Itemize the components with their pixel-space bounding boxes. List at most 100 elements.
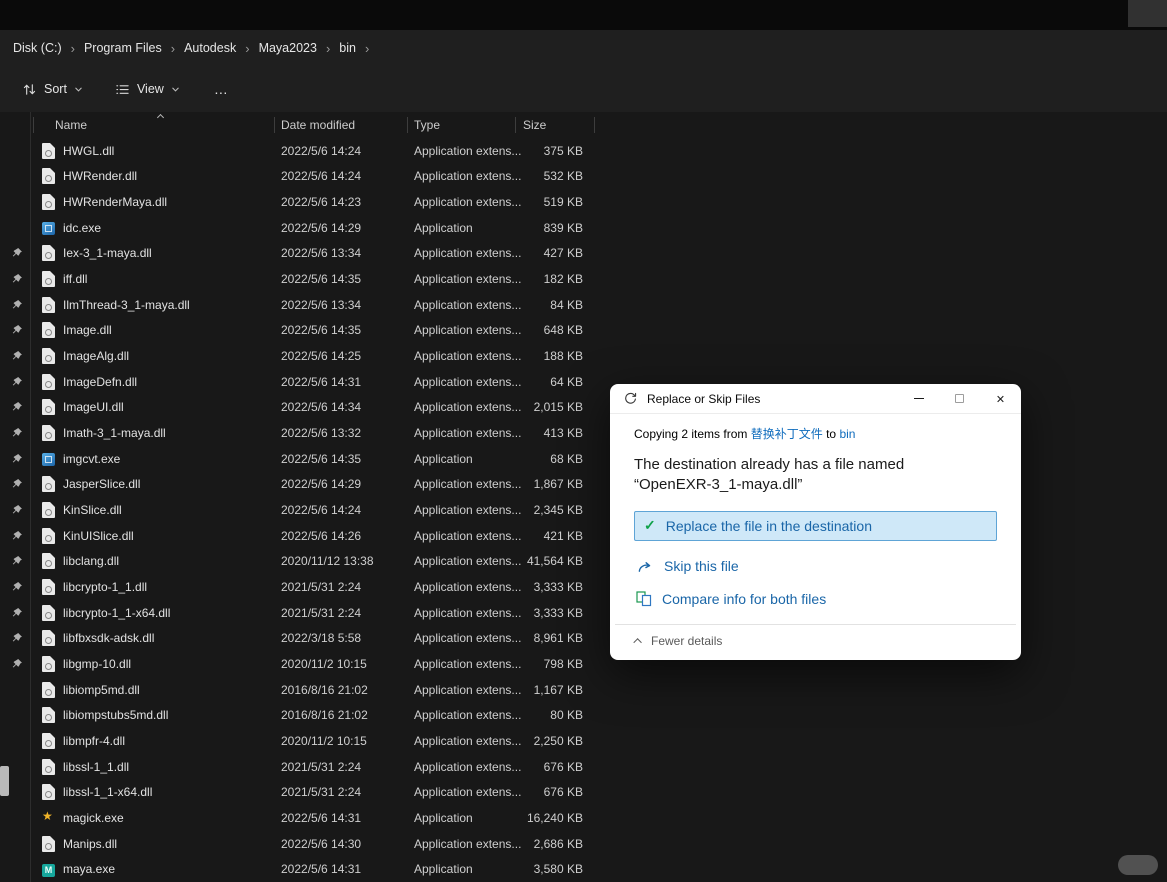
- file-row[interactable]: Iex-3_1-maya.dll 2022/5/6 13:34 Applicat…: [0, 241, 1167, 267]
- file-row[interactable]: HWGL.dll 2022/5/6 14:24 Application exte…: [0, 138, 1167, 164]
- skip-file-option[interactable]: Skip this file: [634, 556, 739, 576]
- file-icon: [42, 863, 55, 877]
- view-button[interactable]: View: [105, 75, 190, 104]
- file-row[interactable]: libiompstubs5md.dll 2016/8/16 21:02 Appl…: [0, 702, 1167, 728]
- file-name: libiompstubs5md.dll: [63, 708, 169, 723]
- file-name-cell: libgmp-10.dll: [34, 655, 275, 672]
- file-name-cell: idc.exe: [34, 220, 275, 236]
- checkmark-icon: [644, 517, 656, 534]
- pin-gutter: [0, 530, 34, 542]
- file-name-cell: libfbxsdk-adsk.dll: [34, 630, 275, 647]
- file-row[interactable]: HWRenderMaya.dll 2022/5/6 14:23 Applicat…: [0, 189, 1167, 215]
- dialog-body: Copying 2 items from 替换补丁文件 to bin The d…: [610, 425, 1021, 648]
- file-row[interactable]: libssl-1_1.dll 2021/5/31 2:24 Applicatio…: [0, 754, 1167, 780]
- file-type: Application: [414, 810, 473, 825]
- command-bar: Sort View …: [0, 66, 1167, 112]
- file-type: Application extens...: [414, 631, 522, 646]
- file-date-modified: 2016/8/16 21:02: [281, 708, 368, 723]
- file-row[interactable]: Manips.dll 2022/5/6 14:30 Application ex…: [0, 831, 1167, 857]
- column-header-type[interactable]: Type: [408, 112, 516, 138]
- file-name-cell: HWRender.dll: [34, 168, 275, 185]
- file-icon: [42, 553, 55, 570]
- file-name: KinSlice.dll: [63, 503, 122, 518]
- file-size: 16,240 KB: [526, 810, 583, 825]
- view-icon: [115, 82, 130, 97]
- file-type: Application extens...: [414, 426, 522, 441]
- header-gutter: [0, 112, 34, 138]
- file-size: 8,961 KB: [533, 631, 583, 646]
- sort-button[interactable]: Sort: [12, 75, 93, 104]
- file-size: 182 KB: [543, 272, 583, 287]
- pin-gutter: [0, 427, 34, 439]
- dialog-titlebar: Replace or Skip Files: [610, 384, 1021, 414]
- file-row[interactable]: idc.exe 2022/5/6 14:29 Application 839 K…: [0, 215, 1167, 241]
- breadcrumb-item[interactable]: Program Files: [77, 37, 169, 59]
- pane-divider: [30, 112, 31, 882]
- breadcrumb-item[interactable]: Maya2023: [252, 37, 324, 59]
- fewer-details-button[interactable]: Fewer details: [633, 634, 722, 648]
- file-icon: [42, 681, 55, 698]
- more-options-button[interactable]: …: [202, 74, 241, 104]
- breadcrumb-item[interactable]: bin: [332, 37, 363, 59]
- file-size: 1,867 KB: [533, 477, 583, 492]
- compare-files-option[interactable]: Compare info for both files: [634, 589, 826, 609]
- file-name-cell: libmpfr-4.dll: [34, 732, 275, 749]
- breadcrumb-item[interactable]: Autodesk: [177, 37, 243, 59]
- file-date-modified: 2022/5/6 14:29: [281, 220, 362, 235]
- file-icon: [42, 453, 55, 467]
- minimize-button[interactable]: [898, 384, 939, 413]
- replace-file-option[interactable]: Replace the file in the destination: [634, 510, 997, 541]
- window-corner: [1128, 0, 1167, 27]
- file-row[interactable]: Image.dll 2022/5/6 14:35 Application ext…: [0, 318, 1167, 344]
- nav-scrollbar-thumb[interactable]: [0, 766, 9, 796]
- file-type: Application: [414, 220, 473, 235]
- pin-gutter: [0, 145, 34, 157]
- dialog-title: Replace or Skip Files: [647, 391, 761, 406]
- column-header-name[interactable]: Name: [34, 112, 275, 138]
- file-icon: [42, 222, 55, 236]
- breadcrumb-chevron-icon: ›: [325, 40, 331, 56]
- file-icon: [42, 399, 55, 416]
- file-row[interactable]: libmpfr-4.dll 2020/11/2 10:15 Applicatio…: [0, 728, 1167, 754]
- pin-icon: [11, 530, 23, 542]
- file-row[interactable]: IlmThread-3_1-maya.dll 2022/5/6 13:34 Ap…: [0, 292, 1167, 318]
- file-type: Application extens...: [414, 733, 522, 748]
- file-size: 80 KB: [550, 708, 583, 723]
- file-row[interactable]: magick.exe 2022/5/6 14:31 Application 16…: [0, 805, 1167, 831]
- file-row[interactable]: maya.exe 2022/5/6 14:31 Application 3,58…: [0, 856, 1167, 882]
- maximize-button[interactable]: [939, 384, 980, 413]
- file-row[interactable]: iff.dll 2022/5/6 14:35 Application exten…: [0, 266, 1167, 292]
- sort-ascending-icon: [156, 113, 165, 122]
- pin-gutter: [0, 632, 34, 644]
- file-name: iff.dll: [63, 272, 88, 287]
- close-button[interactable]: [980, 384, 1021, 413]
- file-type: Application: [414, 862, 473, 877]
- file-date-modified: 2020/11/2 10:15: [281, 656, 367, 671]
- file-name-cell: imgcvt.exe: [34, 451, 275, 467]
- file-icon: [42, 527, 55, 544]
- file-row[interactable]: libiomp5md.dll 2016/8/16 21:02 Applicati…: [0, 677, 1167, 703]
- view-button-label: View: [136, 82, 164, 96]
- file-size: 532 KB: [543, 169, 583, 184]
- pin-gutter: [0, 247, 34, 259]
- file-name-cell: libcrypto-1_1.dll: [34, 578, 275, 595]
- column-header-date-modified[interactable]: Date modified: [275, 112, 408, 138]
- destination-folder-link[interactable]: bin: [839, 427, 855, 441]
- file-row[interactable]: ImageAlg.dll 2022/5/6 14:25 Application …: [0, 343, 1167, 369]
- file-row[interactable]: libssl-1_1-x64.dll 2021/5/31 2:24 Applic…: [0, 779, 1167, 805]
- file-size: 84 KB: [550, 297, 583, 312]
- skip-option-label: Skip this file: [664, 557, 739, 574]
- column-headers: Name Date modified Type Size: [0, 112, 1167, 138]
- source-folder-link[interactable]: 替换补丁文件: [751, 427, 823, 441]
- breadcrumb-chevron-icon: ›: [170, 40, 176, 56]
- file-name: libgmp-10.dll: [63, 656, 132, 671]
- file-icon: [42, 348, 55, 365]
- file-type: Application extens...: [414, 323, 522, 338]
- column-header-size[interactable]: Size: [516, 112, 595, 138]
- file-date-modified: 2022/5/6 14:29: [281, 477, 362, 492]
- breadcrumb-item[interactable]: Disk (C:): [6, 37, 69, 59]
- compare-option-label: Compare info for both files: [662, 590, 827, 607]
- file-name-cell: libiomp5md.dll: [34, 681, 275, 698]
- file-row[interactable]: HWRender.dll 2022/5/6 14:24 Application …: [0, 164, 1167, 190]
- column-header-type-label: Type: [414, 118, 441, 132]
